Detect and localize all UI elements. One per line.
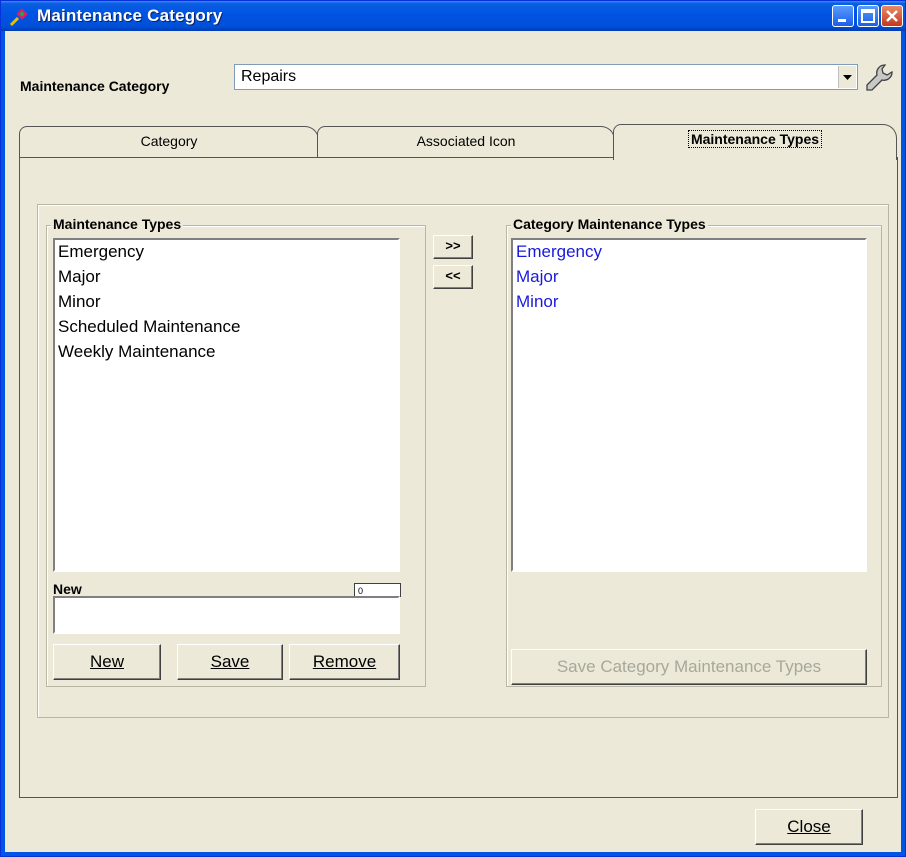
save-button-label: Save [210,652,250,671]
window-title: Maintenance Category [37,6,223,25]
counter-value: 0 [358,586,364,596]
tab-category[interactable]: Category [19,126,319,157]
list-item[interactable]: Scheduled Maintenance [55,315,398,340]
category-label: Maintenance Category [20,78,170,94]
maximize-icon [861,9,875,23]
close-window-button[interactable] [881,5,903,27]
category-value: Repairs [241,68,297,85]
maintenance-types-title: Maintenance Types [51,216,184,232]
list-item[interactable]: Weekly Maintenance [55,340,398,365]
list-item[interactable]: Minor [513,290,865,315]
category-maintenance-types-list[interactable]: Emergency Major Minor [511,238,867,572]
list-item[interactable]: Major [55,265,398,290]
category-maintenance-types-title: Category Maintenance Types [511,216,708,232]
add-to-category-button[interactable]: >> [433,235,473,259]
category-maintenance-types-group: Category Maintenance Types Emergency Maj… [506,216,882,687]
close-button-label: Close [787,817,831,836]
minimize-icon [838,19,846,22]
window: Maintenance Category Maintenance Categor… [0,0,906,857]
maintenance-types-panel: Maintenance Types Emergency Major Minor … [37,204,889,718]
new-button[interactable]: New [53,644,161,680]
list-item[interactable]: Major [513,265,865,290]
tab-associated-icon[interactable]: Associated Icon [317,126,615,157]
new-button-label: New [89,652,124,671]
chevron-down-icon [843,75,852,80]
remove-button[interactable]: Remove [289,644,400,680]
close-icon [886,10,898,22]
maintenance-types-list[interactable]: Emergency Major Minor Scheduled Maintena… [53,238,400,572]
client-area: Maintenance Category Repairs Category As… [5,31,901,852]
close-button[interactable]: Close [755,809,863,845]
tab-maintenance-types[interactable]: Maintenance Types [613,124,897,160]
save-button[interactable]: Save [177,644,283,680]
list-item[interactable]: Emergency [513,240,865,265]
remove-from-category-button[interactable]: << [433,265,473,289]
new-type-input[interactable] [53,596,400,634]
minimize-button[interactable] [832,5,854,27]
app-icon [9,8,28,27]
list-item[interactable]: Emergency [55,240,398,265]
maintenance-types-group: Maintenance Types Emergency Major Minor … [46,216,426,687]
tab-maintenance-types-label: Maintenance Types [687,130,823,148]
remove-button-label: Remove [312,652,377,671]
title-bar[interactable]: Maintenance Category [1,1,905,31]
save-category-maintenance-types-button[interactable]: Save Category Maintenance Types [511,649,867,685]
tab-panel: Maintenance Types Emergency Major Minor … [19,157,898,798]
dropdown-button[interactable] [838,66,856,88]
maximize-button[interactable] [857,5,879,27]
counter-field[interactable]: 0 [354,583,401,597]
category-combobox[interactable]: Repairs [234,64,858,90]
wrench-icon[interactable] [863,62,895,94]
list-item[interactable]: Minor [55,290,398,315]
new-label: New [53,581,82,597]
